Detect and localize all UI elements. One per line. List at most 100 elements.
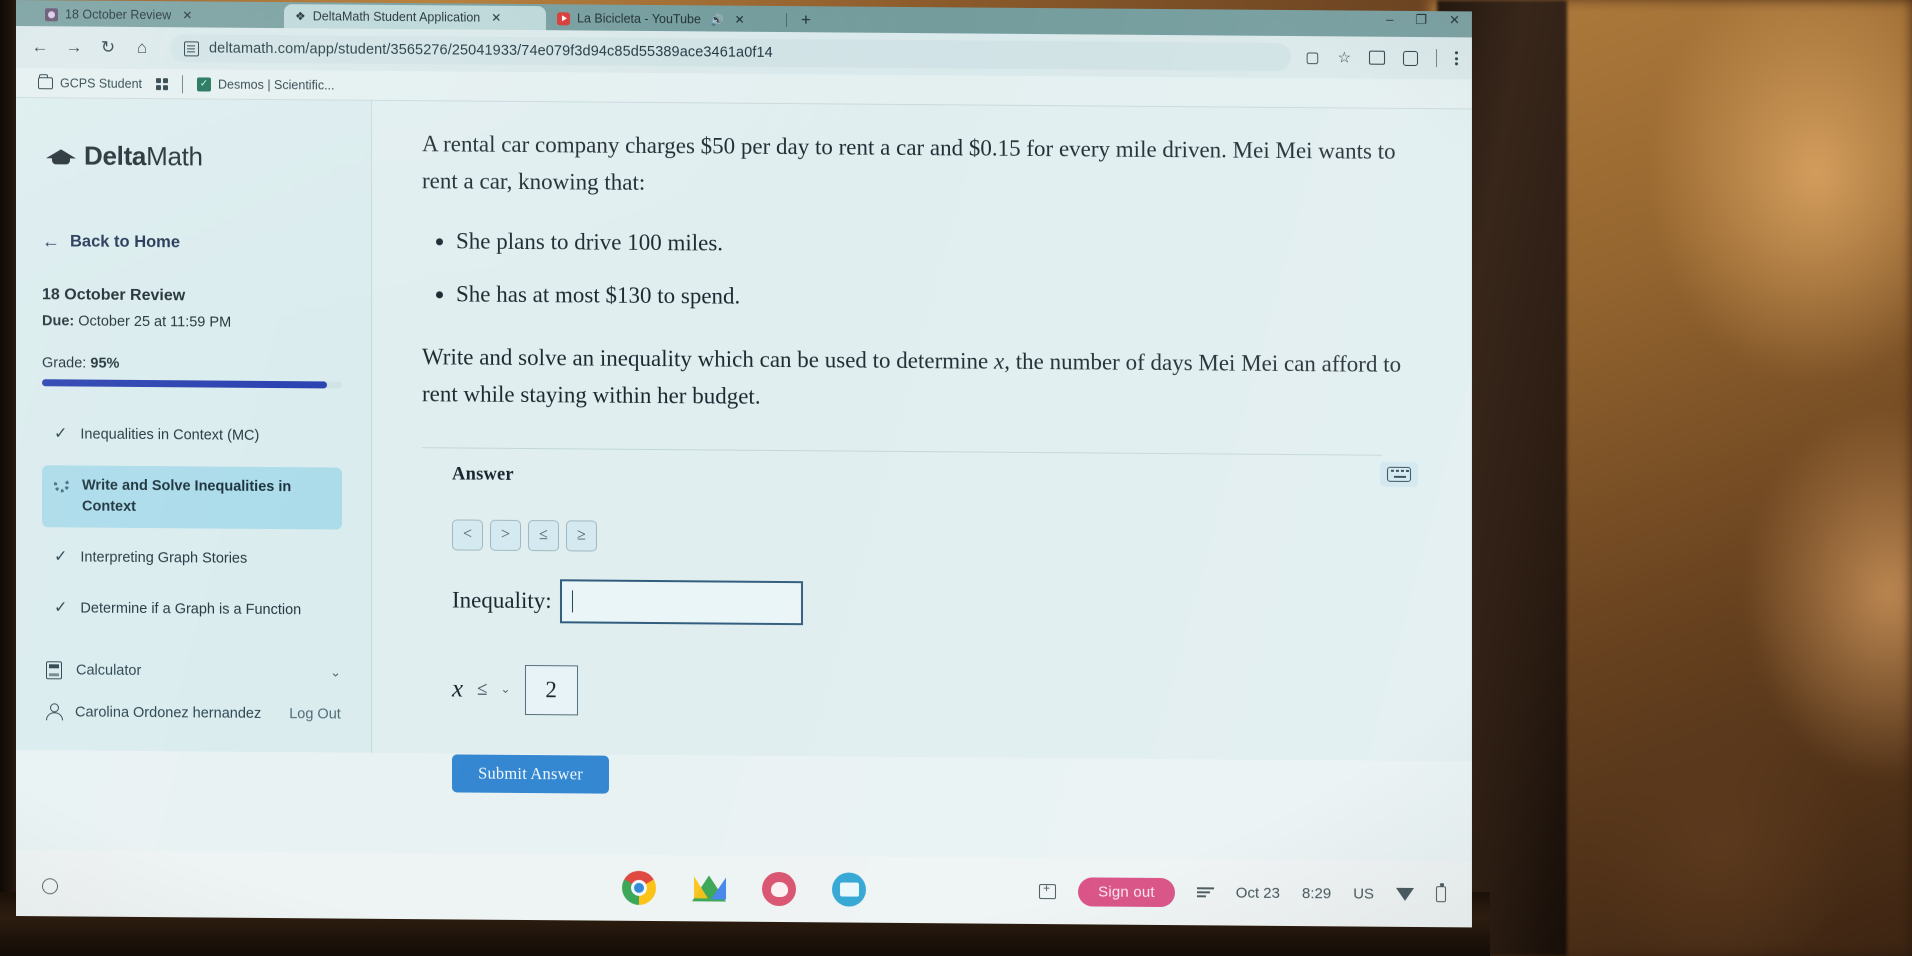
tab-title: DeltaMath Student Application <box>312 9 481 25</box>
bookmark-gcps-student[interactable]: GCPS Student <box>38 75 142 91</box>
task-list: ✓ Inequalities in Context (MC) Write and… <box>42 414 345 641</box>
answer-panel: Answer < > ≤ ≥ Inequality: x ≤ ⌄ 2 Submi… <box>422 446 1418 800</box>
close-tab-icon[interactable]: ✕ <box>182 8 192 22</box>
reload-button[interactable]: ↻ <box>98 38 118 58</box>
task-label: Interpreting Graph Stories <box>80 549 248 567</box>
close-tab-icon[interactable]: ✕ <box>491 11 501 25</box>
calculator-icon <box>46 661 62 680</box>
log-out-link[interactable]: Log Out <box>289 706 341 722</box>
browser-tab-1[interactable]: 18 October Review ✕ <box>34 2 284 28</box>
extensions-puzzle-icon[interactable] <box>1403 50 1418 66</box>
user-name: Carolina Ordonez hernandez <box>75 703 262 722</box>
inequality-row: Inequality: <box>452 578 1382 629</box>
laptop-screen: 18 October Review ✕ ❖ DeltaMath Student … <box>16 0 1472 928</box>
deltamath-icon: ❖ <box>295 9 306 24</box>
check-icon: ✓ <box>54 425 68 443</box>
question-bullet: She has at most $130 to spend. <box>456 275 1402 320</box>
graduation-cap-icon <box>46 147 76 164</box>
close-tab-icon[interactable]: ✕ <box>735 13 745 27</box>
launcher-circle-icon[interactable] <box>42 878 58 895</box>
bookmark-desmos[interactable]: ✓ Desmos | Scientific... <box>197 76 335 93</box>
symbol-button-greater-than[interactable]: > <box>490 519 521 551</box>
shelf-date: Oct 23 <box>1235 884 1280 902</box>
question-intro: A rental car company charges $50 per day… <box>422 131 1396 196</box>
maximize-button[interactable]: ❐ <box>1415 12 1427 28</box>
sign-out-button[interactable]: Sign out <box>1078 876 1175 907</box>
wifi-icon[interactable] <box>1396 887 1414 901</box>
battery-icon[interactable] <box>1436 886 1446 903</box>
inequality-label: Inequality: <box>452 586 552 613</box>
back-to-home-label: Back to Home <box>70 232 181 252</box>
inequality-input[interactable] <box>559 578 803 625</box>
chrome-menu-icon[interactable] <box>1455 51 1458 66</box>
home-button[interactable]: ⌂ <box>132 38 152 58</box>
bookmark-apps-grid[interactable] <box>156 77 168 90</box>
sidebar-item-write-and-solve-inequalities-in-context[interactable]: Write and Solve Inequalities in Context <box>42 465 342 530</box>
check-icon: ✓ <box>54 599 68 617</box>
apps-grid-icon <box>156 77 168 90</box>
answer-heading: Answer <box>452 463 514 485</box>
photo-background: 18 October Review ✕ ❖ DeltaMath Student … <box>0 0 1912 956</box>
chevron-down-icon[interactable]: ⌄ <box>330 664 341 680</box>
minimize-button[interactable]: – <box>1386 12 1393 28</box>
solution-value-input[interactable]: 2 <box>524 664 578 715</box>
solution-variable: x <box>452 674 464 703</box>
tab-title: La Bicicleta - YouTube <box>577 11 701 27</box>
new-tab-button[interactable]: + <box>791 10 821 32</box>
extension-icon[interactable]: ▢ <box>1305 48 1319 66</box>
bookmark-label: Desmos | Scientific... <box>218 77 335 93</box>
brand-name-light: Math <box>146 141 203 172</box>
browser-tab-2[interactable]: ❖ DeltaMath Student Application ✕ <box>284 4 546 31</box>
grade-row: Grade: 95% <box>42 355 345 373</box>
sidebar-item-interpreting-graph-stories[interactable]: ✓ Interpreting Graph Stories <box>42 537 345 580</box>
calculator-row[interactable]: Calculator ⌄ <box>42 649 345 693</box>
deltamath-logo: DeltaMath <box>46 140 345 173</box>
media-icon[interactable] <box>1369 50 1385 65</box>
chromeos-shelf: Sign out Oct 23 8:29 US <box>16 850 1472 928</box>
toolbar-divider <box>1436 49 1437 68</box>
address-bar[interactable]: deltamath.com/app/student/3565276/250419… <box>170 34 1292 72</box>
due-label: Due: <box>42 313 75 330</box>
check-icon: ✓ <box>54 548 68 566</box>
math-keyboard-button[interactable] <box>1380 461 1418 487</box>
sidebar-item-determine-if-a-graph-is-a-function[interactable]: ✓ Determine if a Graph is a Function <box>42 588 345 631</box>
question-prompt: Write and solve an inequality which can … <box>422 338 1402 420</box>
back-to-home-link[interactable]: ← Back to Home <box>42 231 345 254</box>
tab-audio-icon[interactable]: 🔊 <box>710 13 724 26</box>
person-purple-icon <box>45 7 58 21</box>
close-window-button[interactable]: ✕ <box>1449 12 1460 28</box>
due-value: October 25 at 11:59 PM <box>78 313 232 331</box>
grade-value: 95% <box>90 355 120 372</box>
site-info-icon[interactable] <box>184 40 199 56</box>
arrow-left-icon: ← <box>42 231 60 252</box>
deltamath-page: DeltaMath ← Back to Home 18 October Revi… <box>16 98 1472 800</box>
submit-answer-button[interactable]: Submit Answer <box>452 753 609 794</box>
tab-separator <box>786 13 787 28</box>
shelf-time[interactable]: 8:29 <box>1302 885 1331 902</box>
bookmark-label: GCPS Student <box>60 75 142 91</box>
chrome-icon[interactable] <box>622 870 656 906</box>
main-content: A rental car company charges $50 per day… <box>372 101 1472 800</box>
cast-icon[interactable] <box>1039 883 1057 899</box>
sidebar-item-inequalities-in-context-mc[interactable]: ✓ Inequalities in Context (MC) <box>42 414 345 457</box>
symbol-button-less-than-or-equal[interactable]: ≤ <box>528 519 559 551</box>
symbol-button-greater-than-or-equal[interactable]: ≥ <box>566 519 597 552</box>
operator-select[interactable]: ≤ ⌄ <box>477 678 511 700</box>
grade-progress-track <box>42 379 342 389</box>
user-row: Carolina Ordonez hernandez Log Out <box>42 691 345 734</box>
google-drive-icon[interactable] <box>692 871 726 905</box>
grade-label: Grade: <box>42 355 87 372</box>
blue-app-icon[interactable] <box>832 872 866 907</box>
back-button[interactable]: ← <box>30 37 50 57</box>
window-controls: – ❐ ✕ <box>1386 12 1460 29</box>
playlist-icon[interactable] <box>1196 887 1214 898</box>
browser-tab-3[interactable]: La Bicicleta - YouTube 🔊 ✕ <box>546 6 782 32</box>
pink-app-icon[interactable] <box>762 871 796 907</box>
symbol-button-less-than[interactable]: < <box>452 518 483 551</box>
text-caret <box>571 589 574 612</box>
task-label: Write and Solve Inequalities in Context <box>82 477 292 515</box>
shelf-status-area: Sign out Oct 23 8:29 US <box>1039 858 1446 927</box>
folder-icon <box>38 76 53 89</box>
bookmark-star-icon[interactable]: ☆ <box>1338 48 1351 66</box>
forward-button[interactable]: → <box>64 37 84 57</box>
